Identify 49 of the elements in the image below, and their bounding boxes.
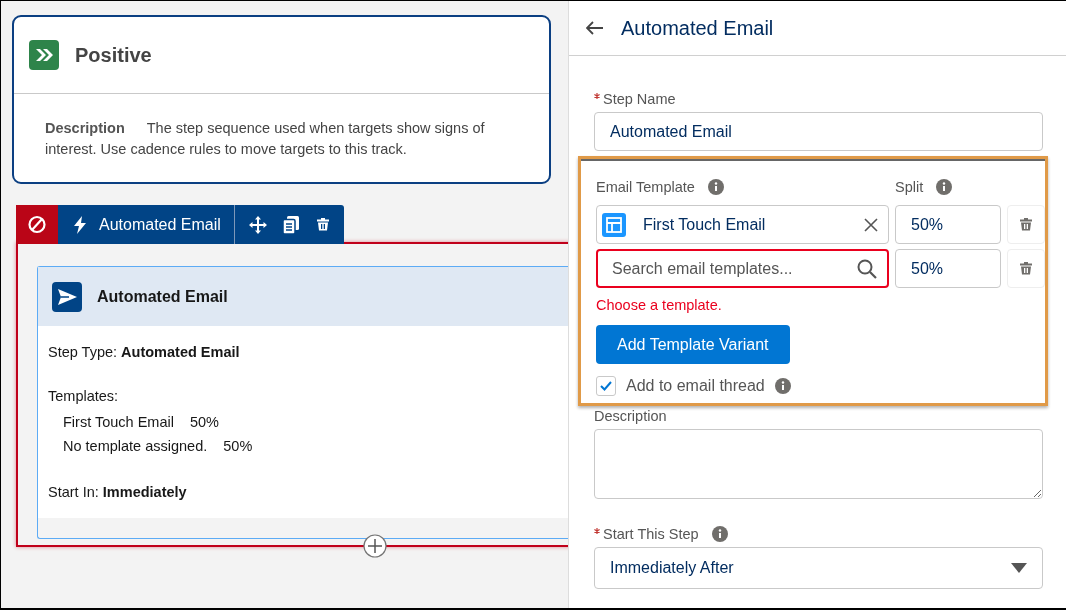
checkbox-label: Add to email thread <box>626 377 765 395</box>
template-search-field[interactable]: Search email templates... <box>596 249 889 288</box>
description-field[interactable] <box>594 429 1043 499</box>
split-field[interactable]: 50% <box>895 249 1001 288</box>
start-in-text: Start In: Immediately <box>48 483 188 502</box>
trash-icon <box>1018 260 1034 277</box>
lightning-icon <box>73 215 87 234</box>
delete-button[interactable] <box>1007 205 1045 244</box>
checkbox[interactable] <box>596 376 616 396</box>
info-icon[interactable] <box>774 378 791 394</box>
templates-label: Templates: <box>48 387 120 406</box>
info-icon[interactable] <box>711 526 728 542</box>
field-label: Start This Step <box>603 526 699 542</box>
template-name: First Touch Email <box>63 413 174 432</box>
field-label: Split <box>895 179 924 195</box>
add-step-icon[interactable] <box>363 534 387 558</box>
info-icon[interactable] <box>936 179 953 195</box>
add-template-variant-button[interactable]: Add Template Variant <box>596 325 790 364</box>
copy-icon[interactable] <box>282 215 299 234</box>
template-split: 50% <box>223 437 253 456</box>
dropdown-caret-icon <box>1011 563 1027 573</box>
template-name: No template assigned. <box>63 437 208 456</box>
field-label: Email Template <box>596 179 695 195</box>
template-lookup[interactable]: First Touch Email <box>596 205 889 244</box>
description-text: Description The step sequence used when targets show signs of interest. Use cadence rules to move targets to this track. <box>45 119 486 159</box>
field-label: Description <box>594 408 667 424</box>
field-label: Step Name <box>603 91 676 107</box>
panel-title: Automated Email <box>621 16 774 40</box>
template-split: 50% <box>189 413 219 432</box>
step-name-field[interactable]: Automated Email <box>594 112 1043 151</box>
search-icon[interactable] <box>857 258 877 279</box>
move-icon[interactable] <box>248 215 267 234</box>
check-icon <box>600 381 612 391</box>
step-type-text: Step Type: Automated Email <box>48 343 241 362</box>
template-icon <box>602 212 626 237</box>
close-icon[interactable] <box>864 217 878 232</box>
step-card-title: Automated Email <box>97 287 228 306</box>
step-type-tab[interactable]: Automated Email <box>58 205 235 244</box>
delete-button[interactable] <box>1007 249 1045 288</box>
double-chevron-icon <box>29 40 59 70</box>
info-icon[interactable] <box>707 179 724 195</box>
back-arrow-icon[interactable] <box>586 21 604 35</box>
track-title: Positive <box>75 43 152 67</box>
error-message: Choose a template. <box>596 297 723 313</box>
start-step-dropdown[interactable]: Immediately After <box>594 547 1043 589</box>
trash-icon <box>1018 216 1034 233</box>
trash-icon[interactable] <box>314 216 331 233</box>
send-icon <box>52 281 82 312</box>
split-field[interactable]: 50% <box>895 205 1001 244</box>
